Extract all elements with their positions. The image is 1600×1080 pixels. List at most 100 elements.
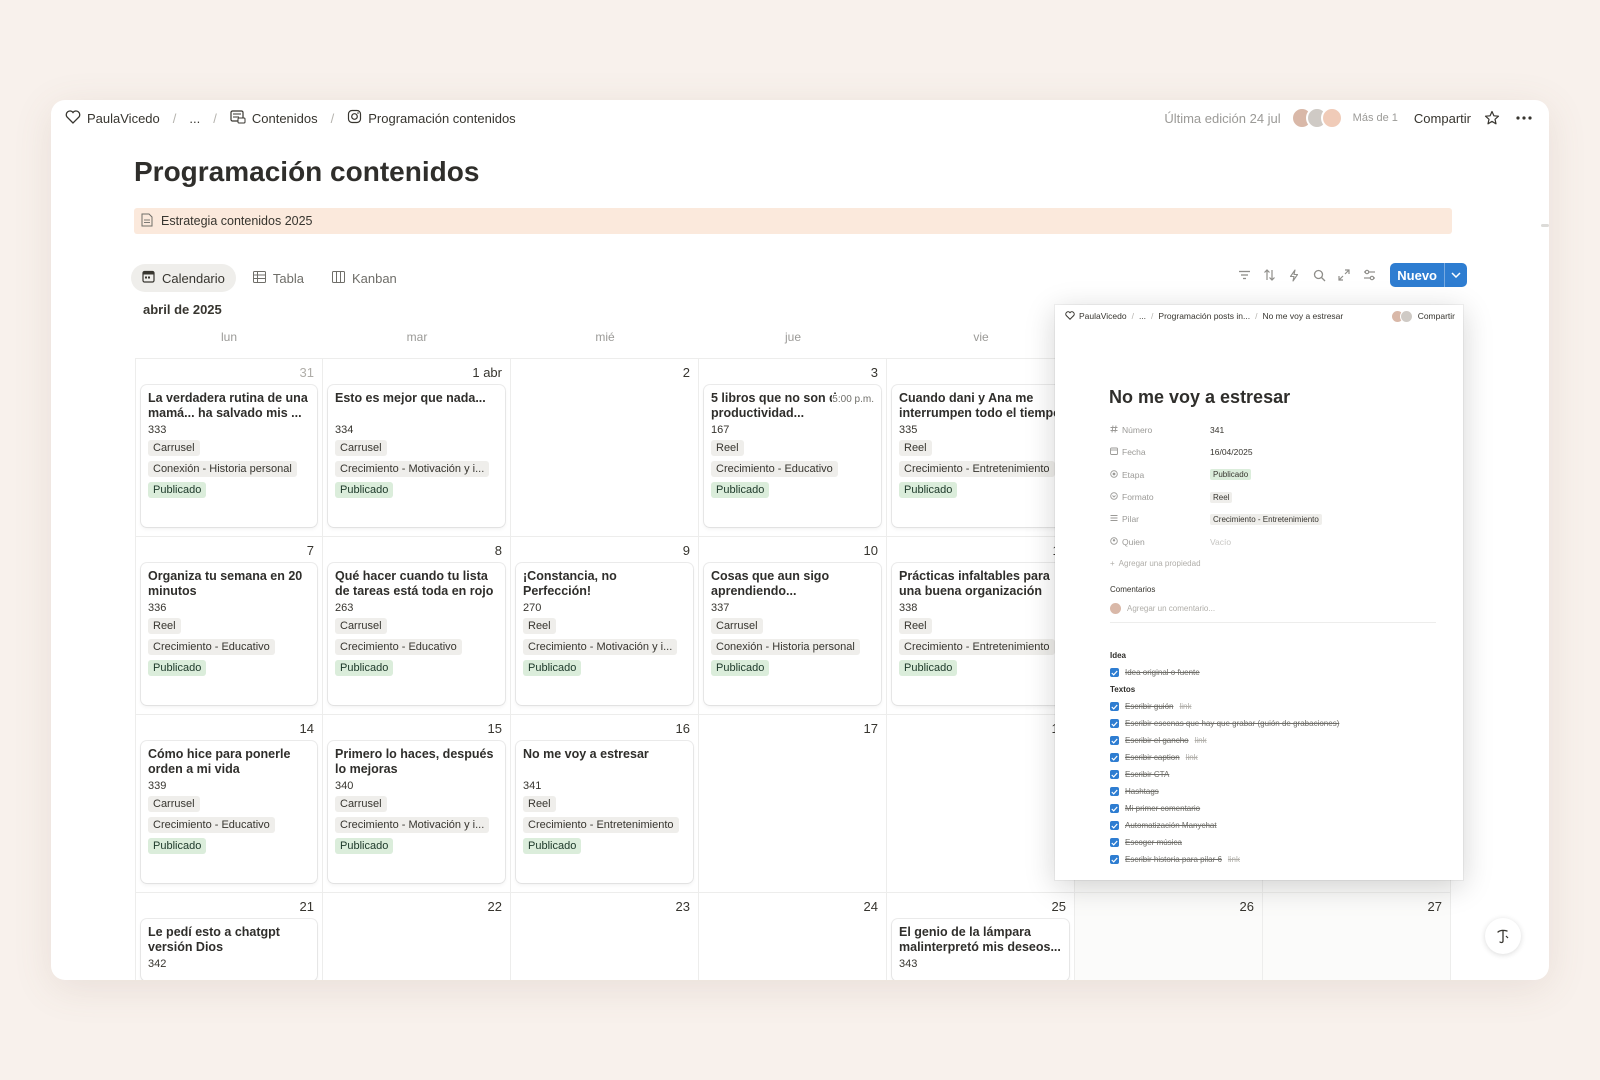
new-button-label[interactable]: Nuevo xyxy=(1390,263,1445,287)
checklist-item-link[interactable]: link xyxy=(1179,702,1191,711)
calendar-day[interactable]: 4Cuando dani y Ana me interrumpen todo e… xyxy=(887,359,1075,537)
calendar-day[interactable]: 18 xyxy=(887,715,1075,893)
checkbox-checked-icon[interactable] xyxy=(1110,736,1119,745)
breadcrumb-page[interactable]: Programación contenidos xyxy=(368,111,515,126)
checkbox-checked-icon[interactable] xyxy=(1110,770,1119,779)
checklist-item[interactable]: Escoger música xyxy=(1110,834,1450,851)
calendar-card[interactable]: Cosas que aun sigo aprendiendo... 337 Carr… xyxy=(704,563,881,705)
property-row[interactable]: Pilar Crecimiento - Entretenimiento xyxy=(1110,508,1440,530)
sort-icon[interactable] xyxy=(1261,267,1277,283)
calendar-card[interactable]: No me voy a estresar 341 Reel Crecimiento -… xyxy=(516,741,693,883)
property-row[interactable]: Quien Vacío xyxy=(1110,530,1440,552)
calendar-card[interactable]: El genio de la lámpara malinterpretó mis… xyxy=(892,919,1069,980)
add-property-button[interactable]: + Agregar una propiedad xyxy=(1110,553,1440,575)
calendar-day[interactable]: 2 xyxy=(511,359,699,537)
linked-page-callout[interactable]: Estrategia contenidos 2025 xyxy=(134,208,1452,234)
tab-tabla[interactable]: Tabla xyxy=(242,264,315,292)
tab-kanban[interactable]: Kanban xyxy=(321,264,408,292)
property-value[interactable]: 16/04/2025 xyxy=(1210,447,1253,457)
comment-input[interactable]: Agregar un comentario... xyxy=(1110,603,1436,623)
calendar-day[interactable]: 25 El genio de la lámpara malinterpretó m… xyxy=(887,893,1075,980)
property-value[interactable]: 341 xyxy=(1210,425,1224,435)
calendar-day[interactable]: 22 xyxy=(323,893,511,980)
checkbox-checked-icon[interactable] xyxy=(1110,668,1119,677)
calendar-day[interactable]: 15 Primero lo haces, después lo mejoras 34… xyxy=(323,715,511,893)
scrollbar[interactable] xyxy=(1541,224,1549,227)
calendar-card[interactable]: Le pedí esto a chatgpt versión Dios 342 xyxy=(141,919,317,980)
checklist-item-link[interactable]: link xyxy=(1195,736,1207,745)
calendar-day[interactable]: 23 xyxy=(511,893,699,980)
checkbox-checked-icon[interactable] xyxy=(1110,855,1119,864)
breadcrumb-parent[interactable]: Contenidos xyxy=(252,111,318,126)
calendar-card[interactable]: 5 libros que no son de productividad... 5… xyxy=(704,385,881,527)
share-button[interactable]: Compartir xyxy=(1414,111,1471,126)
property-row[interactable]: Etapa Publicado xyxy=(1110,464,1440,486)
ai-assistant-icon[interactable] xyxy=(1485,918,1521,954)
calendar-card[interactable]: Esto es mejor que nada... 334 Carrusel Crec… xyxy=(328,385,505,527)
calendar-card[interactable]: Primero lo haces, después lo mejoras 340 C… xyxy=(328,741,505,883)
property-value[interactable]: Reel xyxy=(1210,491,1233,503)
more-options-icon[interactable] xyxy=(1513,107,1535,129)
property-row[interactable]: Número 341 xyxy=(1110,419,1440,441)
calendar-card[interactable]: Qué hacer cuando tu lista de tareas está… xyxy=(328,563,505,705)
calendar-day[interactable]: 21 Le pedí esto a chatgpt versión Dios 342 xyxy=(135,893,323,980)
panel-breadcrumb-item[interactable]: ... xyxy=(1139,311,1146,321)
checklist-item[interactable]: Idea original o fuente xyxy=(1110,664,1450,681)
panel-breadcrumb-item[interactable]: Programación posts in... xyxy=(1158,311,1250,321)
calendar-day[interactable]: 14 Cómo hice para ponerle orden a mi vida… xyxy=(135,715,323,893)
property-value[interactable]: Crecimiento - Entretenimiento xyxy=(1210,513,1322,525)
filter-icon[interactable] xyxy=(1236,267,1252,283)
panel-share-button[interactable]: Compartir xyxy=(1418,311,1455,321)
calendar-day[interactable]: 11Prácticas infaltables para una buena o… xyxy=(887,537,1075,715)
checkbox-checked-icon[interactable] xyxy=(1110,787,1119,796)
calendar-day[interactable]: 8 Qué hacer cuando tu lista de tareas est… xyxy=(323,537,511,715)
new-button[interactable]: Nuevo xyxy=(1390,263,1467,287)
property-row[interactable]: Formato Reel xyxy=(1110,486,1440,508)
calendar-card[interactable]: Prácticas infaltables para una buena org… xyxy=(892,563,1069,705)
breadcrumb-workspace[interactable]: PaulaVicedo xyxy=(87,111,160,126)
checkbox-checked-icon[interactable] xyxy=(1110,753,1119,762)
calendar-day[interactable]: 10 Cosas que aun sigo aprendiendo... 337 Ca… xyxy=(699,537,887,715)
property-value[interactable]: Vacío xyxy=(1210,537,1231,547)
checklist-item[interactable]: Escribir historia para pilar 6 link xyxy=(1110,851,1450,868)
calendar-day[interactable]: 7 Organiza tu semana en 20 minutos 336 Reel… xyxy=(135,537,323,715)
checklist-item[interactable]: Escribir caption link xyxy=(1110,749,1450,766)
calendar-card[interactable]: Cómo hice para ponerle orden a mi vida 33… xyxy=(141,741,317,883)
checklist-item[interactable]: Automatización Manychat xyxy=(1110,817,1450,834)
checkbox-checked-icon[interactable] xyxy=(1110,838,1119,847)
expand-icon[interactable] xyxy=(1336,267,1352,283)
calendar-card[interactable]: Organiza tu semana en 20 minutos 336 Reel C… xyxy=(141,563,317,705)
calendar-day[interactable]: 26 xyxy=(1075,893,1263,980)
calendar-day[interactable]: 31 La verdadera rutina de una mamá... ha … xyxy=(135,359,323,537)
star-icon[interactable] xyxy=(1481,107,1503,129)
checklist-item-link[interactable]: link xyxy=(1228,855,1240,864)
checklist-item[interactable]: Hashtags xyxy=(1110,783,1450,800)
checkbox-checked-icon[interactable] xyxy=(1110,804,1119,813)
checklist-item-link[interactable]: link xyxy=(1186,753,1198,762)
calendar-day[interactable]: 17 xyxy=(699,715,887,893)
checkbox-checked-icon[interactable] xyxy=(1110,821,1119,830)
tab-calendario[interactable]: Calendario xyxy=(131,264,236,292)
property-value[interactable]: Publicado xyxy=(1210,469,1252,481)
panel-breadcrumb-item[interactable]: PaulaVicedo xyxy=(1079,311,1127,321)
checkbox-checked-icon[interactable] xyxy=(1110,702,1119,711)
calendar-day[interactable]: 9 ¡Constancia, no Perfección! 270 Reel Creci… xyxy=(511,537,699,715)
linked-page-label[interactable]: Estrategia contenidos 2025 xyxy=(161,214,313,228)
checklist-item[interactable]: Mi primer comentario xyxy=(1110,800,1450,817)
checklist-item[interactable]: Escribir escenas que hay que grabar (gui… xyxy=(1110,715,1450,732)
calendar-card[interactable]: ¡Constancia, no Perfección! 270 Reel Crecim… xyxy=(516,563,693,705)
calendar-day[interactable]: 1 abr Esto es mejor que nada... 334 Carruse… xyxy=(323,359,511,537)
search-icon[interactable] xyxy=(1311,267,1327,283)
property-row[interactable]: Fecha 16/04/2025 xyxy=(1110,441,1440,463)
breadcrumb-ellipsis[interactable]: ... xyxy=(189,111,200,126)
calendar-day[interactable]: 3 5 libros que no son de productividad...… xyxy=(699,359,887,537)
panel-page-title[interactable]: No me voy a estresar xyxy=(1109,387,1290,408)
collaborator-avatars[interactable] xyxy=(1390,309,1413,323)
calendar-card[interactable]: La verdadera rutina de una mamá... ha sa… xyxy=(141,385,317,527)
calendar-day[interactable]: 16 No me voy a estresar 341 Reel Crecimiento… xyxy=(511,715,699,893)
automation-icon[interactable] xyxy=(1286,267,1302,283)
calendar-day[interactable]: 24 xyxy=(699,893,887,980)
calendar-card[interactable]: Cuando dani y Ana me interrumpen todo el… xyxy=(892,385,1069,527)
calendar-day[interactable]: 27 xyxy=(1263,893,1451,980)
settings-sliders-icon[interactable] xyxy=(1361,267,1377,283)
